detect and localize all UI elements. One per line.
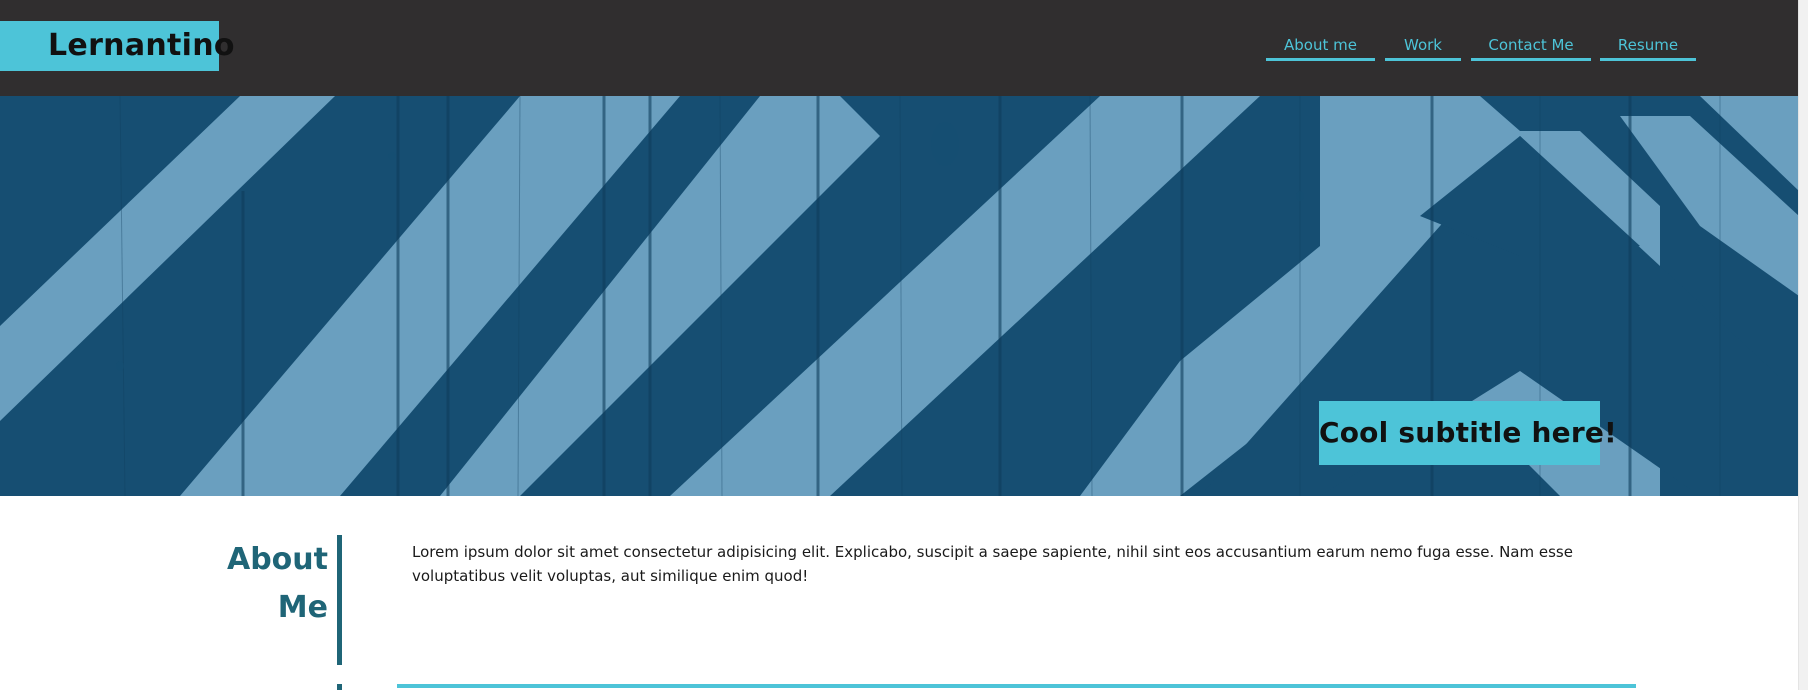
about-body-text: Lorem ipsum dolor sit amet consectetur a…: [412, 543, 1573, 585]
nav-link-about-me[interactable]: About me: [1266, 34, 1375, 61]
vertical-scrollbar[interactable]: [1798, 0, 1808, 690]
nav-link-contact-me[interactable]: Contact Me: [1471, 34, 1591, 61]
next-section-vertical-bar: [337, 684, 342, 690]
about-heading: About Me: [200, 536, 328, 632]
site-header: Lernantino About me Work Contact Me Resu…: [0, 0, 1799, 96]
hero-banner: Cool subtitle here!: [0, 96, 1799, 496]
about-vertical-bar: [337, 535, 342, 665]
page: Lernantino About me Work Contact Me Resu…: [0, 0, 1808, 690]
about-heading-line2: Me: [277, 590, 328, 625]
section-divider: [397, 684, 1636, 688]
about-heading-line1: About: [226, 542, 328, 577]
nav-link-resume[interactable]: Resume: [1600, 34, 1696, 61]
hero-subtitle: Cool subtitle here!: [1319, 401, 1617, 465]
nav-link-work[interactable]: Work: [1385, 34, 1461, 61]
site-logo[interactable]: Lernantino: [0, 21, 235, 71]
